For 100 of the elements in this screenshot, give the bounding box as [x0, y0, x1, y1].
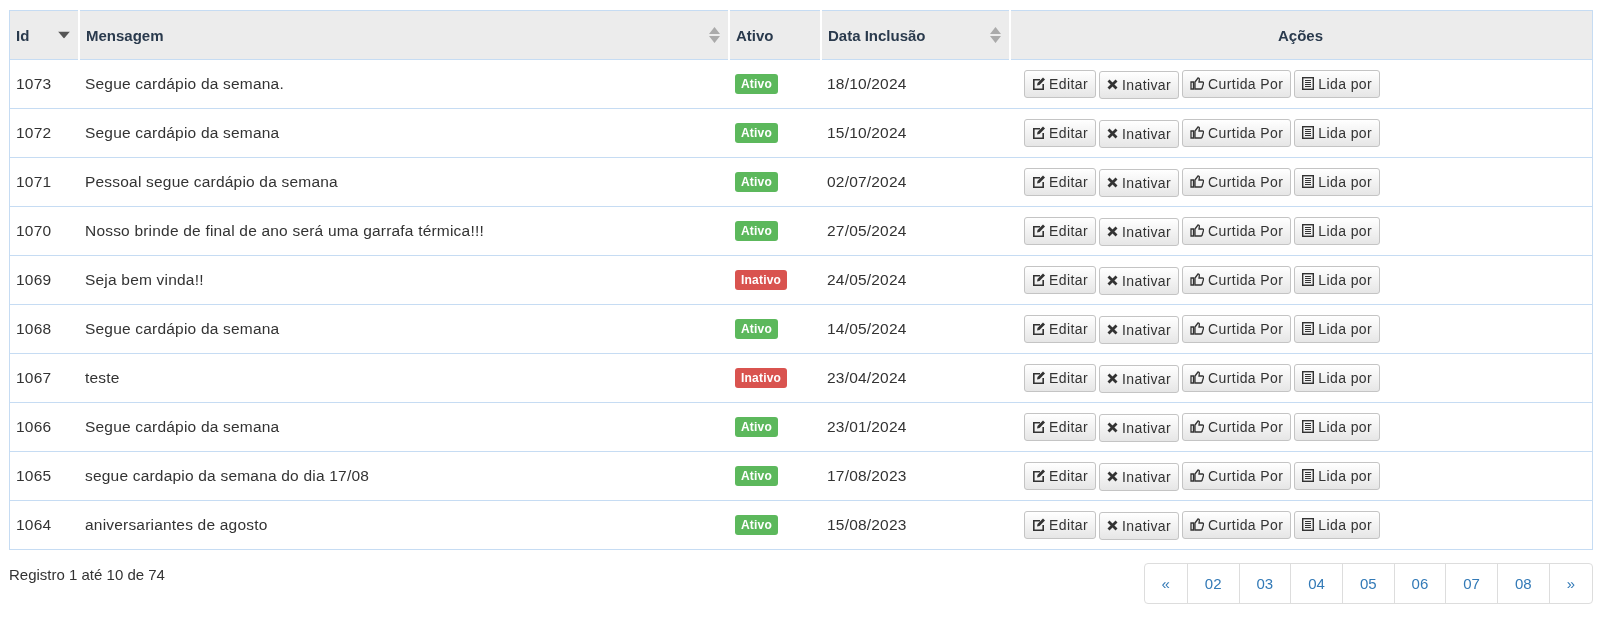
- edit-icon: [1032, 126, 1045, 139]
- table-cell: 1068: [9, 304, 79, 354]
- close-icon: [1107, 373, 1118, 384]
- close-icon: [1107, 128, 1118, 139]
- list-icon: [1302, 469, 1315, 482]
- read-by-button[interactable]: Lida por: [1294, 461, 1381, 490]
- edit-button[interactable]: Editar: [1024, 216, 1096, 245]
- page-link[interactable]: 06: [1393, 564, 1446, 603]
- close-icon: [1107, 275, 1118, 286]
- edit-button[interactable]: Editar: [1024, 412, 1096, 441]
- liked-by-button[interactable]: Curtida Por: [1182, 118, 1292, 147]
- status-badge: Ativo: [735, 515, 778, 535]
- status-badge: Ativo: [735, 466, 778, 486]
- table-cell: 1064: [9, 500, 79, 550]
- liked-by-button[interactable]: Curtida Por: [1182, 314, 1292, 343]
- table-cell: Segue cardápio da semana: [79, 108, 729, 158]
- table-cell: Segue cardápio da semana.: [79, 59, 729, 109]
- edit-icon: [1032, 224, 1045, 237]
- list-icon: [1302, 420, 1315, 433]
- deactivate-button[interactable]: Inativar: [1099, 413, 1180, 442]
- read-by-button[interactable]: Lida por: [1294, 265, 1381, 294]
- deactivate-button[interactable]: Inativar: [1099, 217, 1180, 246]
- table-cell: 24/05/2024: [821, 255, 1010, 305]
- table-cell: 27/05/2024: [821, 206, 1010, 256]
- page-link[interactable]: 02: [1186, 564, 1239, 603]
- edit-button[interactable]: Editar: [1024, 314, 1096, 343]
- status-badge: Ativo: [735, 172, 778, 192]
- deactivate-button[interactable]: Inativar: [1099, 511, 1180, 540]
- edit-icon: [1032, 371, 1045, 384]
- read-by-button[interactable]: Lida por: [1294, 314, 1381, 343]
- page-link[interactable]: 04: [1290, 564, 1342, 603]
- thumbs-up-icon: [1190, 469, 1205, 482]
- deactivate-button[interactable]: Inativar: [1099, 168, 1180, 197]
- thumbs-up-icon: [1190, 420, 1205, 433]
- close-icon: [1107, 520, 1118, 531]
- read-by-button[interactable]: Lida por: [1294, 69, 1381, 98]
- deactivate-button[interactable]: Inativar: [1099, 462, 1180, 491]
- page-link[interactable]: »: [1548, 564, 1592, 603]
- read-by-button[interactable]: Lida por: [1294, 363, 1381, 392]
- read-by-button[interactable]: Lida por: [1294, 167, 1381, 196]
- edit-button[interactable]: Editar: [1024, 265, 1096, 294]
- table-cell: 23/01/2024: [821, 402, 1010, 452]
- table-cell: 1072: [9, 108, 79, 158]
- page-link[interactable]: 05: [1341, 564, 1394, 603]
- column-header[interactable]: Id: [9, 10, 79, 60]
- table-cell: Segue cardápio da semana: [79, 402, 729, 452]
- table-cell: teste: [79, 353, 729, 403]
- liked-by-button[interactable]: Curtida Por: [1182, 167, 1292, 196]
- liked-by-button[interactable]: Curtida Por: [1182, 412, 1292, 441]
- table-cell: 1070: [9, 206, 79, 256]
- table-cell: 15/10/2024: [821, 108, 1010, 158]
- table-cell: Seja bem vinda!!: [79, 255, 729, 305]
- table-cell: 23/04/2024: [821, 353, 1010, 403]
- list-icon: [1302, 273, 1315, 286]
- edit-icon: [1032, 322, 1045, 335]
- edit-button[interactable]: Editar: [1024, 167, 1096, 196]
- edit-button[interactable]: Editar: [1024, 69, 1096, 98]
- liked-by-button[interactable]: Curtida Por: [1182, 461, 1292, 490]
- deactivate-button[interactable]: Inativar: [1099, 315, 1180, 344]
- status-badge: Ativo: [735, 123, 778, 143]
- read-by-button[interactable]: Lida por: [1294, 216, 1381, 245]
- liked-by-button[interactable]: Curtida Por: [1182, 69, 1292, 98]
- thumbs-up-icon: [1190, 224, 1205, 237]
- list-icon: [1302, 371, 1315, 384]
- read-by-button[interactable]: Lida por: [1294, 412, 1381, 441]
- list-icon: [1302, 126, 1315, 139]
- table-cell: Nosso brinde de final de ano será uma garrafa térmica!!!: [79, 206, 729, 256]
- table-cell: 1073: [9, 59, 79, 109]
- close-icon: [1107, 177, 1118, 188]
- table-cell: 14/05/2024: [821, 304, 1010, 354]
- liked-by-button[interactable]: Curtida Por: [1182, 216, 1292, 245]
- edit-button[interactable]: Editar: [1024, 363, 1096, 392]
- deactivate-button[interactable]: Inativar: [1099, 70, 1180, 99]
- status-badge: Inativo: [735, 368, 788, 388]
- column-header[interactable]: Data Inclusão: [821, 10, 1010, 60]
- liked-by-button[interactable]: Curtida Por: [1182, 363, 1292, 392]
- deactivate-button[interactable]: Inativar: [1099, 266, 1180, 295]
- edit-button[interactable]: Editar: [1024, 510, 1096, 539]
- sort-icon: [990, 27, 1001, 43]
- page-link[interactable]: 08: [1496, 564, 1549, 603]
- column-header[interactable]: Mensagem: [79, 10, 729, 60]
- page-link[interactable]: «: [1144, 564, 1187, 603]
- edit-button[interactable]: Editar: [1024, 118, 1096, 147]
- edit-button[interactable]: Editar: [1024, 461, 1096, 490]
- read-by-button[interactable]: Lida por: [1294, 118, 1381, 147]
- deactivate-button[interactable]: Inativar: [1099, 119, 1180, 148]
- edit-icon: [1032, 175, 1045, 188]
- liked-by-button[interactable]: Curtida Por: [1182, 265, 1292, 294]
- page-link[interactable]: 03: [1238, 564, 1291, 603]
- edit-icon: [1032, 77, 1045, 90]
- liked-by-button[interactable]: Curtida Por: [1182, 510, 1292, 539]
- close-icon: [1107, 226, 1118, 237]
- page-link[interactable]: 07: [1445, 564, 1497, 603]
- table-cell: 15/08/2023: [821, 500, 1010, 550]
- list-icon: [1302, 175, 1315, 188]
- deactivate-button[interactable]: Inativar: [1099, 364, 1180, 393]
- table-cell: 02/07/2024: [821, 157, 1010, 207]
- thumbs-up-icon: [1190, 322, 1205, 335]
- read-by-button[interactable]: Lida por: [1294, 510, 1381, 539]
- list-icon: [1302, 518, 1315, 531]
